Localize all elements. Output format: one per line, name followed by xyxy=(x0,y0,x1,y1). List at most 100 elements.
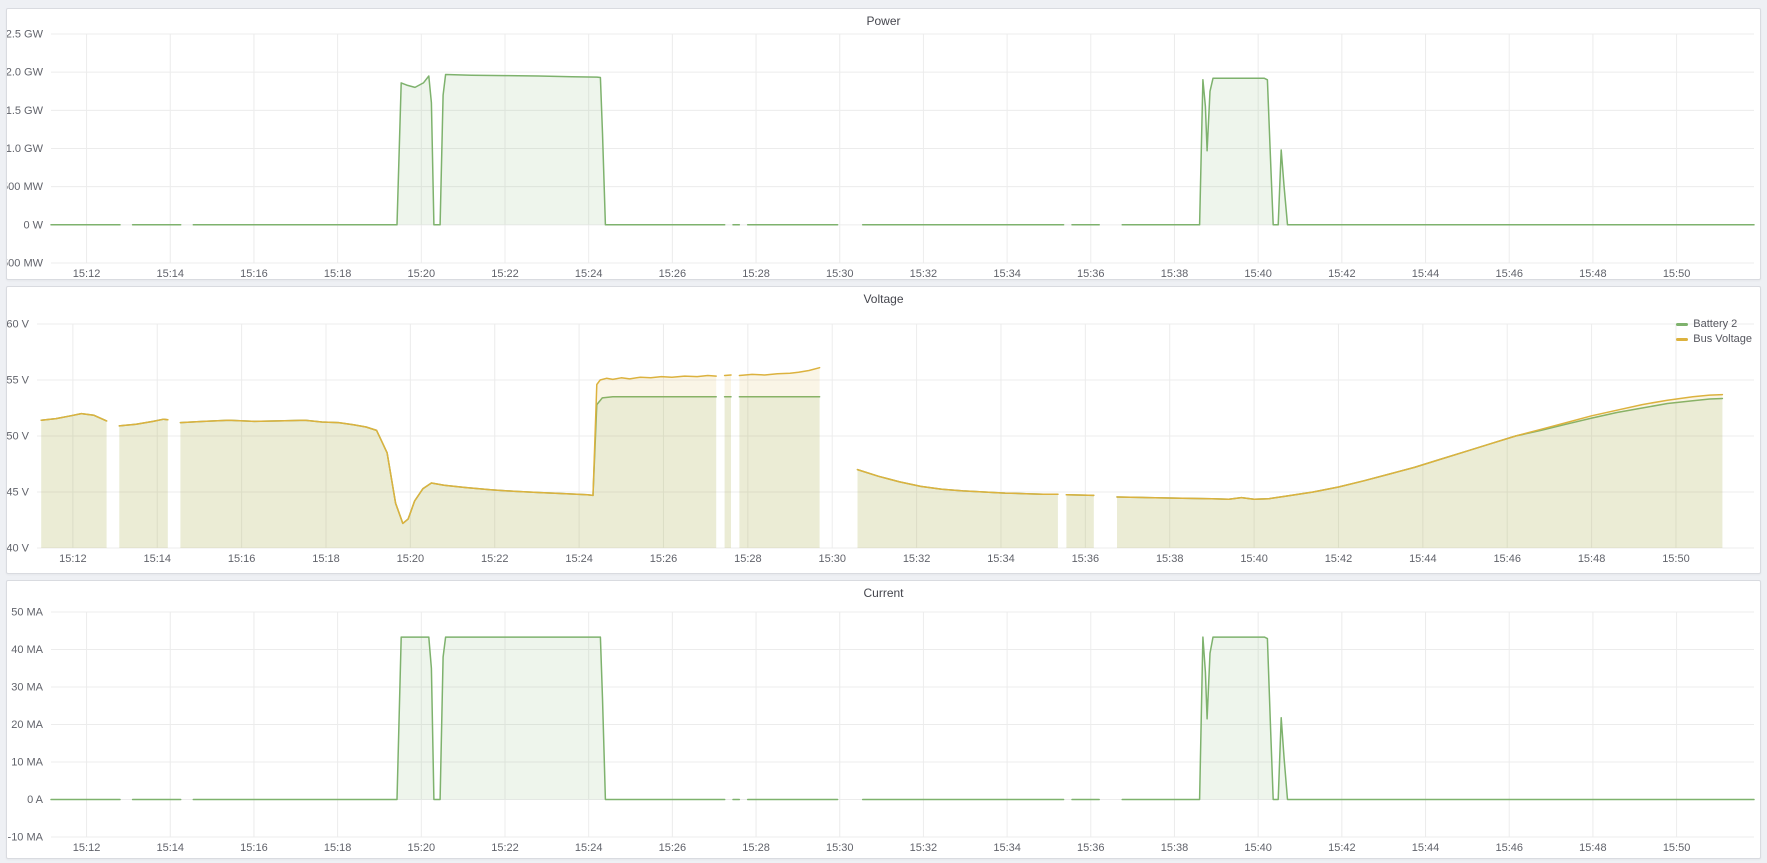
legend-item-bus-voltage[interactable]: Bus Voltage xyxy=(1676,333,1752,345)
x-tick-label: 15:48 xyxy=(1579,268,1607,279)
x-tick-label: 15:44 xyxy=(1409,553,1437,565)
panel-title-current[interactable]: Current xyxy=(7,586,1760,600)
x-tick-label: 15:18 xyxy=(312,553,340,565)
series-fill xyxy=(41,414,106,548)
y-tick-label: 30 MA xyxy=(11,682,43,694)
x-tick-label: 15:32 xyxy=(903,553,931,565)
x-tick-label: 15:14 xyxy=(143,553,171,565)
grid xyxy=(51,34,1754,263)
legend-item-battery-2[interactable]: Battery 2 xyxy=(1676,318,1737,330)
series-line xyxy=(1066,495,1093,496)
axis-labels: 15:1215:1415:1615:1815:2015:2215:2415:26… xyxy=(8,607,1691,855)
x-tick-label: 15:48 xyxy=(1579,842,1607,854)
x-tick-label: 15:16 xyxy=(240,268,268,279)
x-tick-label: 15:32 xyxy=(910,268,938,279)
x-tick-label: 15:46 xyxy=(1493,553,1521,565)
x-tick-label: 15:38 xyxy=(1161,268,1189,279)
x-tick-label: 15:42 xyxy=(1328,842,1356,854)
y-tick-label: 50 MA xyxy=(11,607,43,619)
y-tick-label: 1.5 GW xyxy=(7,105,44,117)
x-tick-label: 15:24 xyxy=(575,842,603,854)
current-series-0 xyxy=(51,637,1754,799)
y-tick-label: 2.0 GW xyxy=(7,67,44,79)
series-fill xyxy=(1066,495,1093,548)
x-tick-label: 15:18 xyxy=(324,268,352,279)
x-tick-label: 15:50 xyxy=(1662,553,1690,565)
x-tick-label: 15:22 xyxy=(491,268,519,279)
y-tick-label: 55 V xyxy=(7,375,30,387)
y-tick-label: 40 MA xyxy=(11,644,43,656)
x-tick-label: 15:24 xyxy=(565,553,593,565)
y-tick-label: 0 A xyxy=(27,794,44,806)
x-tick-label: 15:12 xyxy=(73,842,101,854)
x-tick-label: 15:42 xyxy=(1328,268,1356,279)
x-tick-label: 15:48 xyxy=(1578,553,1606,565)
x-tick-label: 15:50 xyxy=(1663,842,1691,854)
series-fill xyxy=(193,75,724,225)
y-tick-label: 500 MW xyxy=(7,181,44,193)
y-tick-label: 2.5 GW xyxy=(7,29,44,41)
x-tick-label: 15:16 xyxy=(240,842,268,854)
x-tick-label: 15:40 xyxy=(1244,268,1272,279)
x-tick-label: 15:28 xyxy=(734,553,762,565)
x-tick-label: 15:50 xyxy=(1663,268,1691,279)
series-fill xyxy=(180,376,716,549)
y-tick-label: 20 MA xyxy=(11,719,43,731)
y-tick-label: 0 W xyxy=(23,219,43,231)
x-tick-label: 15:36 xyxy=(1077,268,1105,279)
x-tick-label: 15:12 xyxy=(59,553,87,565)
legend-label: Bus Voltage xyxy=(1693,333,1752,345)
x-tick-label: 15:34 xyxy=(993,268,1021,279)
power-chart[interactable]: 15:1215:1415:1615:1815:2015:2215:2415:26… xyxy=(7,9,1760,279)
current-chart[interactable]: 15:1215:1415:1615:1815:2015:2215:2415:26… xyxy=(7,581,1760,858)
y-tick-label: 45 V xyxy=(7,487,30,499)
chart-legend: Battery 2 Bus Voltage xyxy=(1676,318,1752,345)
x-tick-label: 15:12 xyxy=(73,268,101,279)
x-tick-label: 15:20 xyxy=(408,842,436,854)
axis-labels: 15:1215:1415:1615:1815:2015:2215:2415:26… xyxy=(7,29,1690,280)
x-tick-label: 15:40 xyxy=(1240,553,1268,565)
x-tick-label: 15:34 xyxy=(993,842,1021,854)
x-tick-label: 15:22 xyxy=(491,842,519,854)
x-tick-label: 15:36 xyxy=(1072,553,1100,565)
x-tick-label: 15:18 xyxy=(324,842,352,854)
legend-swatch xyxy=(1676,338,1688,341)
x-tick-label: 15:26 xyxy=(650,553,678,565)
x-tick-label: 15:30 xyxy=(818,553,846,565)
x-tick-label: 15:34 xyxy=(987,553,1015,565)
x-tick-label: 15:44 xyxy=(1412,842,1440,854)
x-tick-label: 15:38 xyxy=(1156,553,1184,565)
x-tick-label: 15:14 xyxy=(156,842,184,854)
series-fill xyxy=(739,368,819,548)
x-tick-label: 15:20 xyxy=(408,268,436,279)
series-fill xyxy=(1122,637,1754,799)
series-fill xyxy=(1117,395,1722,548)
x-tick-label: 15:38 xyxy=(1161,842,1189,854)
y-tick-label: 40 V xyxy=(7,543,30,555)
x-tick-label: 15:24 xyxy=(575,268,603,279)
power-series-0 xyxy=(51,75,1754,225)
y-tick-label: -500 MW xyxy=(7,258,44,270)
x-tick-label: 15:16 xyxy=(228,553,256,565)
voltage-chart[interactable]: 15:1215:1415:1615:1815:2015:2215:2415:26… xyxy=(7,287,1760,573)
x-tick-label: 15:46 xyxy=(1495,842,1523,854)
y-tick-label: 1.0 GW xyxy=(7,143,44,155)
x-tick-label: 15:32 xyxy=(910,842,938,854)
legend-swatch xyxy=(1676,323,1688,326)
grid xyxy=(51,612,1754,837)
x-tick-label: 15:46 xyxy=(1495,268,1523,279)
panel-title-power[interactable]: Power xyxy=(7,14,1760,28)
x-tick-label: 15:44 xyxy=(1412,268,1440,279)
voltage-panel: Voltage 15:1215:1415:1615:1815:2015:2215… xyxy=(6,286,1761,574)
current-panel: Current 15:12 15:14 15:16 15:18 15:20 15:22 15… xyxy=(6,580,1761,859)
series-fill xyxy=(193,637,724,799)
x-tick-label: 15:20 xyxy=(397,553,425,565)
series-fill xyxy=(119,419,168,548)
dashboard: { "chart_data": { "xlim_minutes": [11.15… xyxy=(0,0,1767,863)
y-tick-label: 50 V xyxy=(7,431,30,443)
panel-title-voltage[interactable]: Voltage xyxy=(7,292,1760,306)
series-fill xyxy=(725,375,731,548)
x-tick-label: 15:30 xyxy=(826,268,854,279)
x-tick-label: 15:42 xyxy=(1325,553,1353,565)
power-panel: Power 15:1215:1415:1615:1815:2015:2215:2… xyxy=(6,8,1761,280)
